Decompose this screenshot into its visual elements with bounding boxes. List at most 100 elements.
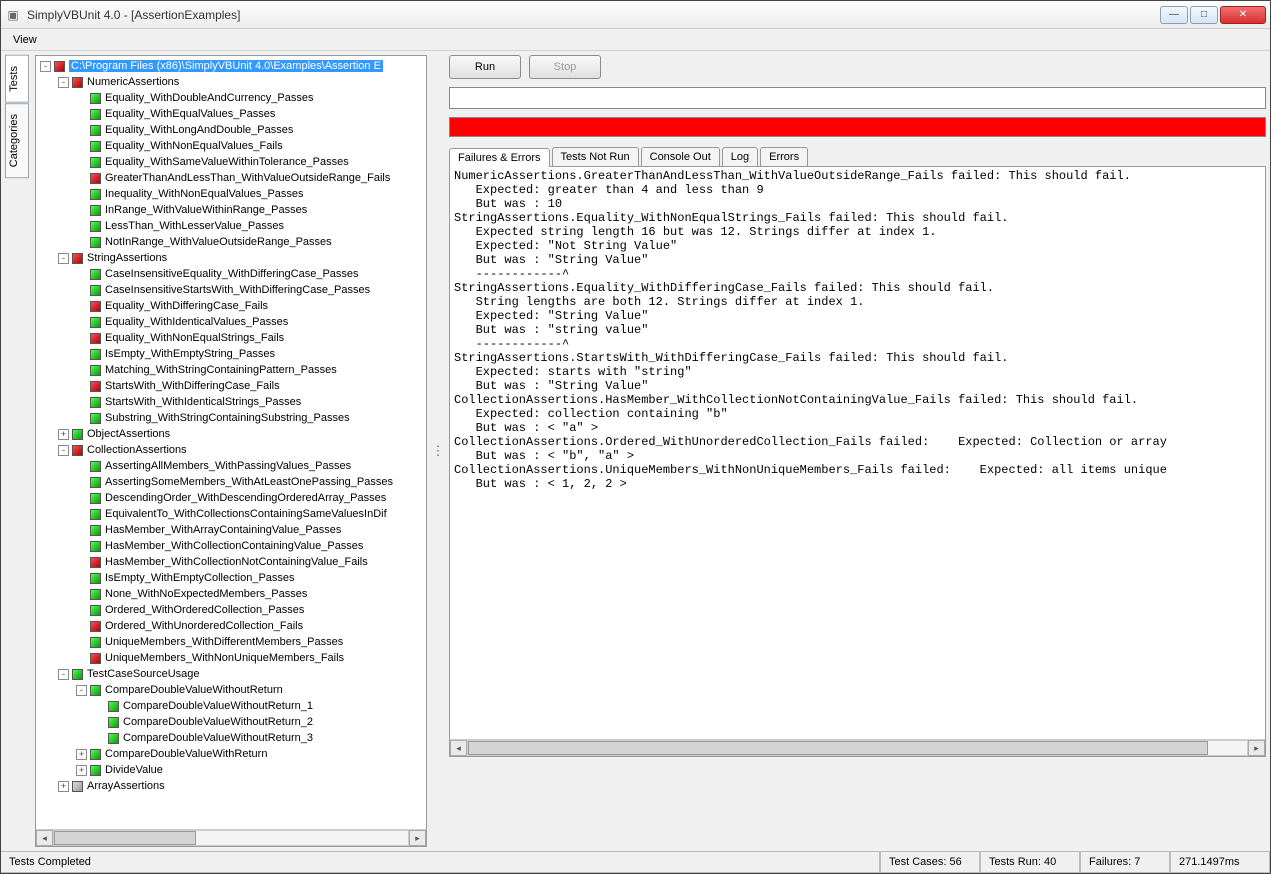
- tree-node[interactable]: UniqueMembers_WithNonUniqueMembers_Fails: [38, 650, 424, 666]
- tree-node[interactable]: InRange_WithValueWithinRange_Passes: [38, 202, 424, 218]
- tree-node-label[interactable]: CollectionAssertions: [87, 444, 187, 456]
- tree-node[interactable]: Equality_WithDoubleAndCurrency_Passes: [38, 90, 424, 106]
- tree-node-label[interactable]: IsEmpty_WithEmptyString_Passes: [105, 348, 275, 360]
- tree-node-label[interactable]: C:\Program Files (x86)\SimplyVBUnit 4.0\…: [69, 60, 383, 72]
- tree-node[interactable]: CaseInsensitiveStartsWith_WithDifferingC…: [38, 282, 424, 298]
- tab-log[interactable]: Log: [722, 147, 758, 166]
- tree-node[interactable]: GreaterThanAndLessThan_WithValueOutsideR…: [38, 170, 424, 186]
- tree-node-label[interactable]: NumericAssertions: [87, 76, 179, 88]
- tree-node[interactable]: Substring_WithStringContainingSubstring_…: [38, 410, 424, 426]
- side-tab-categories[interactable]: Categories: [5, 103, 29, 178]
- close-button[interactable]: ✕: [1220, 6, 1266, 24]
- tree-node-label[interactable]: Inequality_WithNonEqualValues_Passes: [105, 188, 304, 200]
- tree-node[interactable]: IsEmpty_WithEmptyString_Passes: [38, 346, 424, 362]
- expand-icon[interactable]: +: [58, 429, 69, 440]
- expand-icon[interactable]: +: [76, 765, 87, 776]
- output-scrollbar-horizontal[interactable]: ◂ ▸: [450, 739, 1265, 756]
- tree-node[interactable]: + DivideValue: [38, 762, 424, 778]
- scroll-left-icon[interactable]: ◂: [450, 740, 467, 756]
- tree-node-label[interactable]: Equality_WithSameValueWithinTolerance_Pa…: [105, 156, 349, 168]
- scroll-right-icon[interactable]: ▸: [1248, 740, 1265, 756]
- tree-node[interactable]: HasMember_WithCollectionNotContainingVal…: [38, 554, 424, 570]
- tree-node-label[interactable]: Equality_WithDifferingCase_Fails: [105, 300, 268, 312]
- tree-node-label[interactable]: IsEmpty_WithEmptyCollection_Passes: [105, 572, 295, 584]
- tree-node-label[interactable]: HasMember_WithCollectionContainingValue_…: [105, 540, 363, 552]
- tree-node-label[interactable]: Matching_WithStringContainingPattern_Pas…: [105, 364, 337, 376]
- tree-node[interactable]: Equality_WithEqualValues_Passes: [38, 106, 424, 122]
- tree-node[interactable]: Ordered_WithOrderedCollection_Passes: [38, 602, 424, 618]
- tree-node-label[interactable]: CaseInsensitiveStartsWith_WithDifferingC…: [105, 284, 370, 296]
- tree-node[interactable]: HasMember_WithCollectionContainingValue_…: [38, 538, 424, 554]
- tree-node[interactable]: HasMember_WithArrayContainingValue_Passe…: [38, 522, 424, 538]
- tree-node[interactable]: - CollectionAssertions: [38, 442, 424, 458]
- tree-node-label[interactable]: CompareDoubleValueWithoutReturn_3: [123, 732, 313, 744]
- minimize-button[interactable]: —: [1160, 6, 1188, 24]
- tree-node-label[interactable]: CompareDoubleValueWithReturn: [105, 748, 267, 760]
- tab-tests-not-run[interactable]: Tests Not Run: [552, 147, 639, 166]
- collapse-icon[interactable]: -: [58, 669, 69, 680]
- tree-scrollbar-horizontal[interactable]: ◂ ▸: [36, 829, 426, 846]
- maximize-button[interactable]: □: [1190, 6, 1218, 24]
- tree-node[interactable]: CompareDoubleValueWithoutReturn_1: [38, 698, 424, 714]
- scroll-track[interactable]: [53, 830, 409, 846]
- tree-node-label[interactable]: GreaterThanAndLessThan_WithValueOutsideR…: [105, 172, 390, 184]
- scroll-right-icon[interactable]: ▸: [409, 830, 426, 846]
- tree-node-label[interactable]: DescendingOrder_WithDescendingOrderedArr…: [105, 492, 386, 504]
- tree-node-label[interactable]: ObjectAssertions: [87, 428, 170, 440]
- titlebar[interactable]: ▣ SimplyVBUnit 4.0 - [AssertionExamples]…: [1, 1, 1270, 29]
- tree-node[interactable]: NotInRange_WithValueOutsideRange_Passes: [38, 234, 424, 250]
- scroll-thumb[interactable]: [468, 741, 1208, 755]
- expand-icon[interactable]: +: [58, 781, 69, 792]
- expand-icon[interactable]: +: [76, 749, 87, 760]
- tree-node-label[interactable]: NotInRange_WithValueOutsideRange_Passes: [105, 236, 332, 248]
- tree-node-label[interactable]: StartsWith_WithIdenticalStrings_Passes: [105, 396, 301, 408]
- tree-node[interactable]: Ordered_WithUnorderedCollection_Fails: [38, 618, 424, 634]
- tree-node-label[interactable]: Equality_WithNonEqualValues_Fails: [105, 140, 283, 152]
- tree-node[interactable]: Equality_WithSameValueWithinTolerance_Pa…: [38, 154, 424, 170]
- tree-node-label[interactable]: HasMember_WithArrayContainingValue_Passe…: [105, 524, 341, 536]
- tree-node[interactable]: StartsWith_WithDifferingCase_Fails: [38, 378, 424, 394]
- tree-node-label[interactable]: None_WithNoExpectedMembers_Passes: [105, 588, 307, 600]
- tree-node[interactable]: +ArrayAssertions: [38, 778, 424, 794]
- tree-node-label[interactable]: CaseInsensitiveEquality_WithDifferingCas…: [105, 268, 359, 280]
- tree-node[interactable]: Matching_WithStringContainingPattern_Pas…: [38, 362, 424, 378]
- tab-console-out[interactable]: Console Out: [641, 147, 720, 166]
- tree-node-label[interactable]: Ordered_WithOrderedCollection_Passes: [105, 604, 304, 616]
- tree-node[interactable]: Equality_WithNonEqualStrings_Fails: [38, 330, 424, 346]
- tree-node[interactable]: EquivalentTo_WithCollectionsContainingSa…: [38, 506, 424, 522]
- tree-node[interactable]: -StringAssertions: [38, 250, 424, 266]
- tree-node-label[interactable]: UniqueMembers_WithDifferentMembers_Passe…: [105, 636, 343, 648]
- tree-node[interactable]: Equality_WithIdenticalValues_Passes: [38, 314, 424, 330]
- tree-node-label[interactable]: UniqueMembers_WithNonUniqueMembers_Fails: [105, 652, 344, 664]
- tree-node-label[interactable]: CompareDoubleValueWithoutReturn_2: [123, 716, 313, 728]
- filter-input[interactable]: [449, 87, 1266, 109]
- tab-failures-errors[interactable]: Failures & Errors: [449, 148, 550, 167]
- tree-node-label[interactable]: Equality_WithLongAndDouble_Passes: [105, 124, 293, 136]
- collapse-icon[interactable]: -: [58, 77, 69, 88]
- tree-node[interactable]: StartsWith_WithIdenticalStrings_Passes: [38, 394, 424, 410]
- tree-node-label[interactable]: StringAssertions: [87, 252, 167, 264]
- tree-node[interactable]: DescendingOrder_WithDescendingOrderedArr…: [38, 490, 424, 506]
- tree-node-label[interactable]: Substring_WithStringContainingSubstring_…: [105, 412, 350, 424]
- tree-node[interactable]: -TestCaseSourceUsage: [38, 666, 424, 682]
- tree-node[interactable]: CompareDoubleValueWithoutReturn_2: [38, 714, 424, 730]
- tree-node[interactable]: - NumericAssertions: [38, 74, 424, 90]
- scroll-left-icon[interactable]: ◂: [36, 830, 53, 846]
- tree-node-label[interactable]: LessThan_WithLesserValue_Passes: [105, 220, 284, 232]
- tree-node[interactable]: UniqueMembers_WithDifferentMembers_Passe…: [38, 634, 424, 650]
- tree-node-label[interactable]: InRange_WithValueWithinRange_Passes: [105, 204, 307, 216]
- tree-node[interactable]: AssertingSomeMembers_WithAtLeastOnePassi…: [38, 474, 424, 490]
- tree-node[interactable]: Equality_WithLongAndDouble_Passes: [38, 122, 424, 138]
- collapse-icon[interactable]: -: [58, 445, 69, 456]
- tree-node-label[interactable]: Equality_WithNonEqualStrings_Fails: [105, 332, 284, 344]
- tree-node-label[interactable]: HasMember_WithCollectionNotContainingVal…: [105, 556, 368, 568]
- tree-node[interactable]: None_WithNoExpectedMembers_Passes: [38, 586, 424, 602]
- menu-view[interactable]: View: [7, 32, 43, 48]
- tree-node-label[interactable]: DivideValue: [105, 764, 163, 776]
- tree-node[interactable]: IsEmpty_WithEmptyCollection_Passes: [38, 570, 424, 586]
- tree-node-label[interactable]: StartsWith_WithDifferingCase_Fails: [105, 380, 280, 392]
- tree-node[interactable]: LessThan_WithLesserValue_Passes: [38, 218, 424, 234]
- tree-node[interactable]: CompareDoubleValueWithoutReturn_3: [38, 730, 424, 746]
- tree-node[interactable]: Equality_WithDifferingCase_Fails: [38, 298, 424, 314]
- tree-node-label[interactable]: AssertingSomeMembers_WithAtLeastOnePassi…: [105, 476, 393, 488]
